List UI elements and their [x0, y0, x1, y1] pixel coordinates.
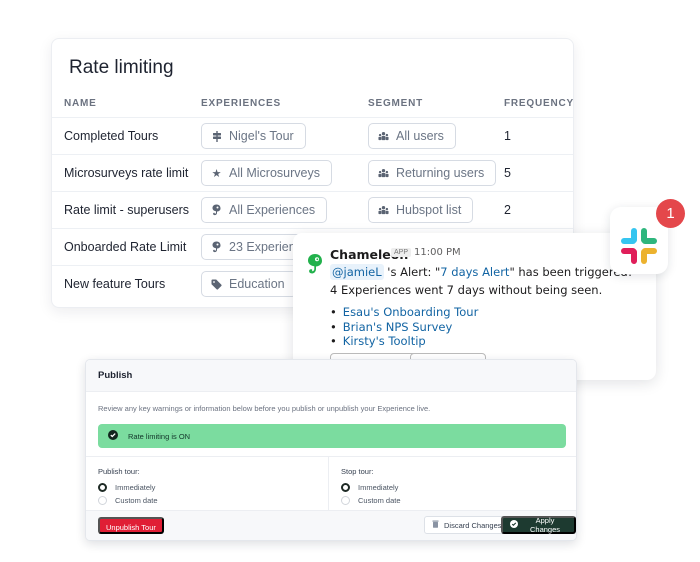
trash-icon — [432, 520, 439, 530]
apply-changes-button[interactable]: Apply Changes — [501, 516, 576, 534]
column-header-experiences: EXPERIENCES — [201, 98, 281, 109]
experience-chip[interactable]: Education — [201, 271, 297, 297]
publish-immediately-radio[interactable]: Immediately — [98, 483, 155, 492]
row-name: Completed Tours — [64, 129, 159, 143]
publish-header: Publish — [86, 360, 576, 392]
publish-footer: Unpublish Tour Discard Changes Apply Cha… — [86, 510, 576, 540]
discard-changes-label: Discard Changes — [444, 520, 502, 530]
frequency-value: 5 — [504, 166, 511, 180]
column-header-frequency: FREQUENCY — [504, 98, 574, 109]
tag-icon — [211, 279, 222, 290]
row-name: Microsurveys rate limit — [64, 166, 189, 180]
experience-link[interactable]: Esau's Onboarding Tour — [330, 305, 479, 320]
table-row[interactable]: Completed Tours Nigel's Tour All users 1 — [52, 117, 573, 154]
publish-description: Review any key warnings or information b… — [98, 404, 431, 413]
rate-limiting-alert: Rate limiting is ON — [98, 424, 566, 448]
slack-logo-icon — [621, 228, 657, 264]
unpublish-tour-button[interactable]: Unpublish Tour — [98, 517, 164, 534]
chameleon-icon — [211, 204, 222, 216]
segment-chip[interactable]: Hubspot list — [368, 197, 474, 223]
radio-label: Immediately — [358, 483, 399, 492]
check-circle-icon — [108, 427, 118, 445]
table-row[interactable]: Rate limit - superusers All Experiences … — [52, 191, 573, 228]
segment-label: Returning users — [396, 166, 485, 180]
stop-immediately-radio[interactable]: Immediately — [341, 483, 398, 492]
row-name: Onboarded Rate Limit — [64, 240, 187, 254]
slack-notification-card: Chameleon APP 11:00 PM @jamieL 's Alert:… — [293, 233, 656, 380]
segment-chip[interactable]: Returning users — [368, 160, 497, 186]
stop-tour-label: Stop tour: — [341, 467, 374, 476]
experience-link[interactable]: Kirsty's Tooltip — [330, 334, 478, 349]
experience-chip[interactable]: All Experiences — [201, 197, 328, 223]
experience-label: All Experiences — [229, 203, 316, 217]
radio-selected-icon[interactable] — [98, 483, 107, 492]
users-icon — [378, 168, 389, 179]
check-circle-icon — [510, 520, 518, 530]
row-name: Rate limit - superusers — [64, 203, 190, 217]
segment-label: All users — [396, 129, 444, 143]
column-header-segment: SEGMENT — [368, 98, 424, 109]
experience-list: Esau's Onboarding Tour Brian's NPS Surve… — [330, 305, 479, 349]
apply-changes-label: Apply Changes — [529, 516, 561, 534]
radio-selected-icon[interactable] — [341, 483, 350, 492]
segment-label: Hubspot list — [396, 203, 462, 217]
radio-label: Custom date — [358, 496, 401, 505]
signpost-icon — [211, 130, 222, 142]
chameleon-icon — [211, 241, 222, 253]
stop-custom-date-radio[interactable]: Custom date — [341, 496, 401, 505]
table-header: NAME EXPERIENCES SEGMENT FREQUENCY — [52, 98, 573, 114]
chameleon-logo-icon — [307, 253, 323, 275]
publish-tour-section: Publish tour: Immediately Custom date — [86, 456, 329, 511]
frequency-value: 2 — [504, 203, 511, 217]
notification-badge: 1 — [656, 199, 685, 228]
table-row[interactable]: Microsurveys rate limit ★ All Microsurve… — [52, 154, 573, 191]
radio-label: Immediately — [115, 483, 156, 492]
frequency-value: 1 — [504, 129, 511, 143]
row-name: New feature Tours — [64, 277, 166, 291]
experience-chip[interactable]: ★ All Microsurveys — [201, 160, 332, 186]
users-icon — [378, 205, 389, 216]
radio-unselected-icon[interactable] — [98, 496, 107, 505]
column-header-name: NAME — [64, 98, 97, 109]
radio-unselected-icon[interactable] — [341, 496, 350, 505]
alert-name-link[interactable]: 7 days Alert — [440, 265, 509, 279]
publish-custom-date-radio[interactable]: Custom date — [98, 496, 158, 505]
publish-title: Publish — [98, 370, 133, 381]
app-badge: APP — [391, 248, 412, 257]
publish-card: Publish Review any key warnings or infor… — [85, 359, 577, 541]
experience-label: Nigel's Tour — [229, 129, 294, 143]
user-mention[interactable]: @jamieL — [330, 264, 384, 280]
alert-summary: 4 Experiences went 7 days without being … — [330, 283, 603, 297]
rate-limiting-title: Rate limiting — [69, 57, 174, 78]
alert-prefix-text: 's Alert: " — [383, 265, 441, 279]
experience-label: Education — [229, 277, 285, 291]
experience-label: All Microsurveys — [229, 166, 320, 180]
rate-limiting-alert-text: Rate limiting is ON — [128, 431, 191, 441]
users-icon — [378, 131, 389, 142]
segment-chip[interactable]: All users — [368, 123, 456, 149]
message-timestamp: 11:00 PM — [414, 247, 461, 258]
star-icon: ★ — [211, 167, 222, 180]
experience-link[interactable]: Brian's NPS Survey — [330, 320, 478, 335]
alert-message: @jamieL 's Alert: "7 days Alert" has bee… — [330, 264, 632, 280]
radio-label: Custom date — [115, 496, 158, 505]
publish-tour-label: Publish tour: — [98, 467, 140, 476]
discard-changes-button[interactable]: Discard Changes — [424, 516, 510, 534]
stop-tour-section: Stop tour: Immediately Custom date — [329, 456, 576, 511]
experience-chip[interactable]: Nigel's Tour — [201, 123, 306, 149]
